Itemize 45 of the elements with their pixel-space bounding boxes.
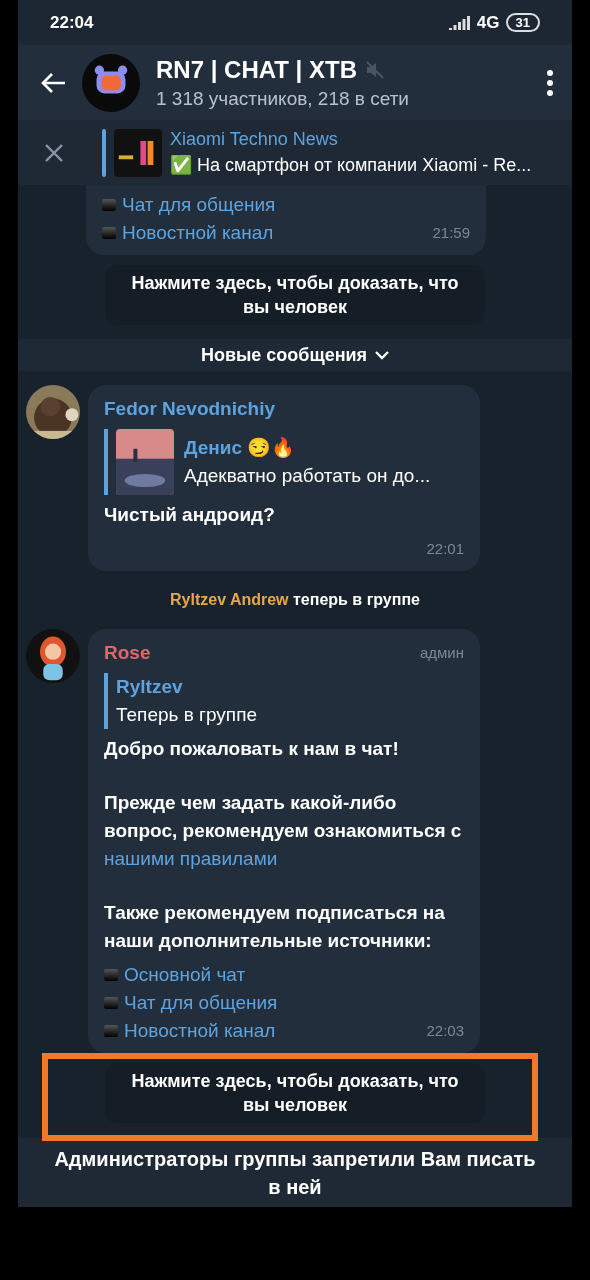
pinned-title: Xiaomi Techno News [170, 129, 339, 150]
verify-button[interactable]: Нажмите здесь, чтобы доказать, что вы человек [105, 1063, 485, 1123]
new-messages-label: Новые сообщения [200, 344, 368, 366]
message-time: 22:01 [426, 539, 464, 559]
signal-icon [448, 15, 471, 30]
network-label: 4G [476, 12, 500, 33]
reply-quote[interactable]: Денис 😏🔥 Адекватно работать он до... [104, 429, 464, 495]
channel-link[interactable]: Основной чат [124, 961, 246, 989]
verify-button[interactable]: Нажмите здесь, чтобы доказать, что вы человек [105, 265, 485, 325]
more-icon[interactable] [546, 69, 554, 96]
reply-quote[interactable]: Ryltzev Теперь в группе [104, 673, 464, 729]
rules-link[interactable]: нашими правилами [104, 848, 278, 869]
chevron-down-icon [375, 350, 390, 360]
restriction-notice: Администраторы группы запретили Вам писать в ней [18, 1138, 572, 1207]
channel-link[interactable]: Новостной канал [122, 219, 274, 247]
join-notice: Ryltzev Andrew теперь в группе [169, 590, 421, 610]
square-icon [102, 199, 116, 211]
reply-sender: Ryltzev [116, 675, 184, 699]
message-text: Также рекомендуем подписаться на наши дополнительные источники: [104, 901, 446, 953]
channel-link[interactable]: Чат для общения [122, 191, 276, 219]
reply-text: Адекватно работать он до... [184, 464, 431, 488]
clock: 22:04 [50, 12, 94, 33]
member-count: 1 318 участников, 218 в сети [156, 87, 410, 110]
channel-link[interactable]: Чат для общения [124, 989, 278, 1017]
square-icon [104, 1025, 118, 1037]
square-icon [102, 227, 116, 239]
reply-text: Теперь в группе [116, 703, 257, 727]
message-time: 21:59 [432, 223, 470, 243]
battery-icon: 31 [505, 13, 540, 32]
chat-title: RN7 | CHAT | XTB [156, 55, 357, 84]
reply-sender: Денис 😏🔥 [184, 436, 297, 460]
pinned-text: ✅ На смартфон от компании Xiaomi - Re... [170, 154, 532, 176]
admin-label: админ [419, 643, 464, 663]
channel-link[interactable]: Новостной канал [124, 1017, 276, 1045]
back-icon[interactable] [40, 71, 66, 94]
pinned-message-bar[interactable]: Xiaomi Techno News ✅ На смартфон от компании Xiaomi - Re... [18, 120, 572, 185]
message-text: Чистый андроид? [104, 503, 276, 527]
sender-name[interactable]: Fedor Nevodnichiy [104, 395, 276, 423]
message-time: 22:03 [426, 1021, 464, 1041]
square-icon [104, 997, 118, 1009]
message-text: Добро пожаловать к нам в чат! [104, 737, 400, 761]
close-icon[interactable] [44, 142, 64, 163]
sender-name[interactable]: Rose [104, 639, 151, 667]
square-icon [104, 969, 118, 981]
message-text: Прежде чем задать какой-либо вопрос, рекомендуем ознакомиться с нашими правилами [104, 791, 463, 871]
